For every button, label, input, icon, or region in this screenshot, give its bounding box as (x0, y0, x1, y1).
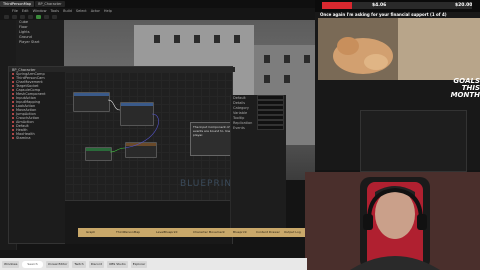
taskbar-search[interactable]: Search (22, 260, 43, 268)
blueprint-title: BP_Character (12, 67, 36, 72)
goal-current-amount: $4.06 (372, 3, 387, 8)
details-panel: Default Details Category Variable Toolti… (230, 95, 286, 235)
compiler-results-panel (65, 200, 232, 244)
variable-row[interactable]: Stamina (9, 136, 65, 140)
add-actor-icon[interactable] (20, 15, 25, 19)
window (284, 55, 290, 63)
window (154, 35, 160, 43)
goal-progress-fill (322, 2, 352, 9)
content-label[interactable]: ThirdPersonMap (116, 228, 140, 237)
secondary-details-window (360, 110, 467, 172)
event-graph[interactable]: BLUEPRINT The Input Component of the Act… (65, 72, 232, 200)
content-label[interactable]: Blueprint (233, 228, 247, 237)
detail-row: Events (231, 125, 286, 130)
taskbar-app[interactable]: Explorer (130, 260, 148, 268)
content-label[interactable]: Graph (86, 228, 95, 237)
cardboard-photo (398, 18, 480, 80)
taskbar-app[interactable]: Discord (88, 260, 104, 268)
window (284, 75, 290, 83)
blueprint-editor-window: BP_Character SpringArmComp ThirdPersonCa… (8, 66, 235, 244)
window (174, 35, 180, 43)
window (214, 35, 220, 43)
tab-blueprint[interactable]: BP_Character (35, 1, 65, 7)
stop-icon[interactable] (52, 15, 57, 19)
save-icon[interactable] (4, 15, 9, 19)
content-label[interactable]: Output Log (284, 228, 301, 237)
window (234, 35, 240, 43)
streamer-image (305, 172, 480, 270)
blueprint-icon[interactable] (28, 15, 33, 19)
editor-tabs: ThirdPersonMap BP_Character (0, 0, 315, 8)
goals-subtitle: THIS MONTH (450, 84, 480, 99)
content-drawer-bar: Graph ThirdPersonMap LevelBlueprint Char… (78, 228, 308, 237)
content-label[interactable]: Character Movement (193, 228, 225, 237)
window (264, 75, 270, 83)
my-blueprint-panel: SpringArmComp ThirdPersonCam CharMovemen… (9, 72, 66, 243)
skip-icon[interactable] (44, 15, 49, 19)
editor-topbar: ThirdPersonMap BP_Character File Edit Wi… (0, 0, 315, 21)
blueprint-watermark: BLUEPRINT (180, 179, 232, 189)
select-mode-icon[interactable] (12, 15, 17, 19)
webcam-feed (305, 172, 480, 270)
detail-field[interactable] (257, 125, 284, 130)
content-label[interactable]: Content Drawer (256, 228, 280, 237)
goal-target-amount: $20.00 (455, 3, 473, 8)
cat-image (333, 37, 393, 74)
goals-badge: GOALS THIS MONTH (435, 78, 480, 99)
windows-taskbar: Windows Search Unreal Editor Twitch Disc… (0, 258, 307, 270)
tooltip-popup: The Input Component of the Actor that th… (190, 122, 232, 156)
window (194, 35, 200, 43)
window (264, 55, 270, 63)
cat-photo (318, 18, 398, 80)
taskbar-app[interactable]: OBS Studio (106, 260, 128, 268)
window (304, 55, 310, 63)
taskbar-app[interactable]: Unreal Editor (45, 260, 70, 268)
start-button[interactable]: Windows (2, 260, 20, 268)
content-label[interactable]: LevelBlueprint (156, 228, 178, 237)
play-icon[interactable] (36, 15, 41, 19)
tab-map[interactable]: ThirdPersonMap (0, 1, 35, 7)
taskbar-app[interactable]: Twitch (72, 260, 86, 268)
outliner-item[interactable]: Player Start (16, 40, 64, 45)
